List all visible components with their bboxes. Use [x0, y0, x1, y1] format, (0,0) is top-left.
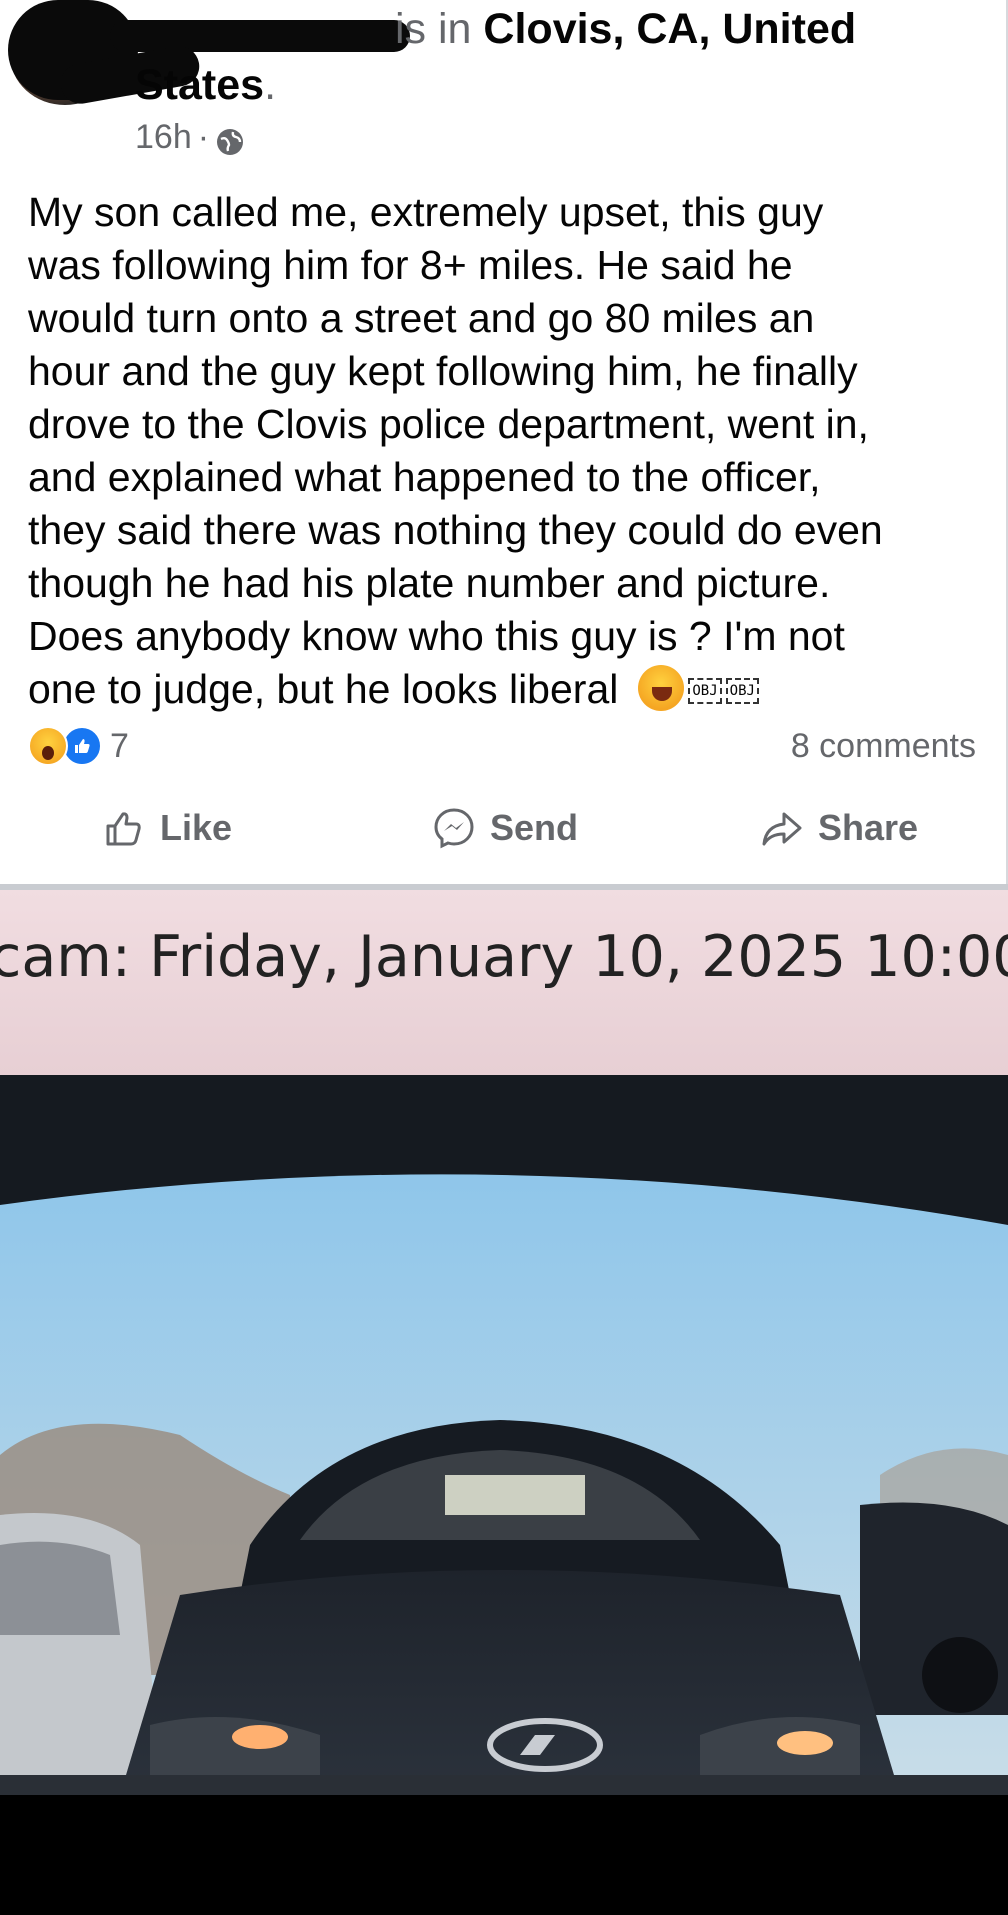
camera-feed — [0, 1075, 1008, 1795]
post-card: is in Clovis, CA, United States. 16h · M… — [0, 0, 1008, 888]
monitor-screen-band: cam: Friday, January 10, 2025 10:00:4 — [0, 890, 1008, 1075]
messenger-icon — [434, 808, 474, 849]
post-body-line: was following him for 8+ miles. He said … — [28, 242, 793, 288]
post-photo[interactable]: cam: Friday, January 10, 2025 10:00:4 — [0, 890, 1008, 1795]
author-trailing-text: is in — [395, 5, 472, 53]
location-period: . — [264, 61, 277, 109]
comments-count-link[interactable]: 8 comments — [791, 724, 976, 768]
bottom-black-bar — [0, 1795, 1008, 1915]
dashcam-scene — [0, 1075, 1008, 1795]
reaction-count: 7 — [110, 726, 129, 765]
meta-separator: · — [197, 118, 210, 156]
thumbs-up-icon — [106, 812, 141, 846]
like-reaction-icon — [62, 726, 102, 766]
send-label: Send — [490, 807, 579, 848]
post-body-line: would turn onto a street and go 80 miles… — [28, 295, 815, 341]
obj-placeholder: OBJ — [688, 678, 722, 704]
location-link-continued[interactable]: States — [135, 61, 264, 109]
share-label: Share — [818, 807, 919, 848]
location-link[interactable]: Clovis, CA, United — [483, 5, 856, 53]
globe-icon[interactable] — [215, 122, 245, 155]
post-body-line: and explained what happened to the offic… — [28, 454, 821, 500]
send-button[interactable]: Send — [432, 806, 578, 850]
like-label: Like — [160, 807, 233, 848]
camera-timestamp: cam: Friday, January 10, 2025 10:00:4 — [0, 924, 1008, 990]
share-arrow-icon — [762, 812, 802, 846]
post-body: My son called me, extremely upset, this … — [28, 186, 998, 716]
post-body-line: hour and the guy kept following him, he … — [28, 348, 858, 394]
share-button[interactable]: Share — [760, 806, 918, 850]
post-header: is in Clovis, CA, United — [395, 2, 856, 56]
post-body-last-line: one to judge, but he looks liberal OBJ OBJ — [28, 663, 998, 716]
wow-reaction-icon — [28, 726, 68, 766]
like-button[interactable]: Like — [102, 806, 232, 850]
name-redaction-bar — [110, 20, 410, 52]
post-header-continued: States. — [135, 58, 276, 112]
reactions-summary[interactable]: 7 — [28, 726, 129, 766]
post-body-line: Does anybody know who this guy is ? I'm … — [28, 613, 845, 659]
post-body-line: drove to the Clovis police department, w… — [28, 401, 869, 447]
post-actions-bar: Like Send Share — [0, 806, 1006, 866]
post-meta: 16h · — [135, 113, 245, 161]
post-body-line: one to judge, but he looks liberal — [28, 666, 619, 712]
obj-placeholder: OBJ — [725, 678, 759, 704]
post-body-line: they said there was nothing they could d… — [28, 507, 883, 553]
post-time[interactable]: 16h — [135, 113, 192, 161]
rolling-laughing-emoji-icon — [638, 665, 685, 711]
post-body-line: My son called me, extremely upset, this … — [28, 189, 824, 235]
post-body-line: though he had his plate number and pictu… — [28, 560, 831, 606]
